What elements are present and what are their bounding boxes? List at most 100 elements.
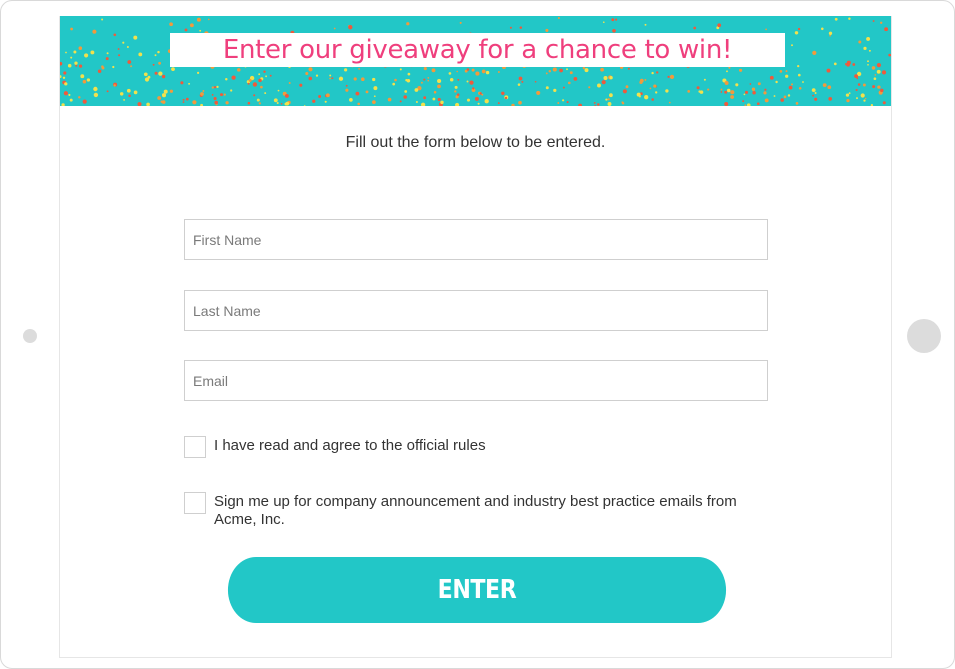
form-intro-text: Fill out the form below to be entered. — [345, 134, 606, 151]
confetti-dot — [223, 93, 226, 96]
confetti-dot — [247, 101, 251, 105]
confetti-dot — [280, 102, 283, 105]
confetti-dot — [880, 21, 883, 24]
confetti-dot — [846, 98, 850, 103]
confetti-dot — [127, 60, 132, 64]
confetti-dot — [834, 17, 838, 21]
confetti-dot — [399, 68, 402, 71]
confetti-dot — [603, 75, 608, 81]
confetti-dot — [798, 87, 802, 90]
confetti-dot — [432, 97, 436, 101]
confetti-dot — [338, 76, 344, 81]
confetti-dot — [456, 70, 459, 73]
confetti-dot — [358, 68, 360, 70]
confetti-dot — [667, 75, 670, 79]
confetti-dot — [273, 98, 278, 103]
rules-checkbox[interactable] — [184, 436, 206, 458]
confetti-dot — [437, 97, 441, 102]
confetti-dot — [724, 90, 728, 94]
confetti-dot — [128, 94, 131, 98]
confetti-dot — [739, 68, 743, 72]
confetti-dot — [518, 76, 523, 81]
confetti-dot — [265, 75, 267, 78]
confetti-dot — [180, 81, 184, 85]
confetti-dot — [269, 74, 272, 77]
giveaway-form-page: Enter our giveaway for a chance to win! … — [59, 16, 892, 658]
confetti-dot — [475, 71, 480, 76]
enter-button[interactable]: ENTER — [227, 557, 727, 623]
confetti-dot — [161, 74, 166, 79]
confetti-dot — [848, 92, 851, 95]
confetti-dot — [868, 49, 871, 52]
confetti-dot — [288, 82, 291, 84]
confetti-dot — [349, 98, 353, 102]
confetti-dot — [126, 45, 129, 49]
confetti-dot — [775, 80, 778, 84]
confetti-dot — [607, 98, 610, 101]
confetti-dot — [213, 97, 217, 101]
confetti-dot — [867, 63, 869, 66]
confetti-dot — [333, 27, 336, 30]
confetti-dot — [329, 77, 331, 80]
confetti-dot — [345, 84, 348, 87]
email-field[interactable] — [184, 360, 768, 401]
confetti-dot — [70, 56, 73, 59]
confetti-dot — [562, 86, 565, 89]
confetti-dot — [118, 54, 121, 57]
confetti-dot — [536, 90, 541, 95]
confetti-dot — [264, 92, 267, 95]
confetti-dot — [621, 102, 625, 105]
confetti-dot — [258, 102, 261, 105]
confetti-dot — [698, 90, 701, 93]
confetti-dot — [466, 98, 471, 102]
confetti-dot — [797, 27, 801, 31]
confetti-dot — [743, 93, 746, 96]
confetti-dot — [399, 100, 402, 103]
confetti-dot — [511, 103, 515, 106]
confetti-dot — [644, 95, 649, 100]
confetti-dot — [644, 78, 647, 81]
first-name-field[interactable] — [184, 219, 768, 260]
newsletter-checkbox[interactable] — [184, 492, 206, 514]
rules-checkbox-label: I have read and agree to the official ru… — [214, 437, 486, 454]
confetti-dot — [735, 83, 739, 87]
confetti-dot — [756, 102, 760, 106]
confetti-dot — [534, 80, 537, 83]
confetti-dot — [101, 65, 104, 68]
confetti-dot — [852, 63, 856, 66]
confetti-dot — [394, 78, 397, 82]
confetti-dot — [137, 102, 142, 106]
confetti-dot — [653, 84, 657, 88]
confetti-dot — [144, 77, 150, 82]
confetti-dot — [403, 95, 407, 99]
confetti-dot — [404, 90, 408, 93]
confetti-dot — [130, 65, 133, 68]
confetti-dot — [82, 99, 87, 104]
confetti-dot — [324, 100, 327, 103]
banner-title: Enter our giveaway for a chance to win! — [222, 35, 733, 65]
confetti-dot — [67, 63, 72, 68]
confetti-dot — [627, 67, 630, 70]
confetti-dot — [253, 94, 256, 97]
last-name-field[interactable] — [184, 290, 768, 331]
confetti-dot — [765, 28, 767, 31]
confetti-dot — [69, 98, 73, 102]
confetti-dot — [504, 96, 508, 100]
confetti-dot — [693, 26, 697, 30]
confetti-dot — [726, 88, 731, 93]
confetti-dot — [225, 101, 229, 105]
confetti-dot — [833, 62, 837, 66]
confetti-dot — [545, 72, 548, 75]
confetti-dot — [717, 23, 722, 28]
confetti-dot — [548, 70, 551, 73]
confetti-dot — [106, 90, 109, 93]
confetti-dot — [769, 75, 774, 80]
confetti-dot — [68, 93, 71, 97]
confetti-dot — [791, 44, 793, 47]
confetti-dot — [573, 77, 578, 81]
confetti-dot — [361, 77, 365, 81]
home-button[interactable] — [907, 319, 941, 353]
confetti-dot — [625, 85, 629, 89]
confetti-dot — [724, 81, 729, 85]
confetti-dot — [154, 54, 157, 57]
